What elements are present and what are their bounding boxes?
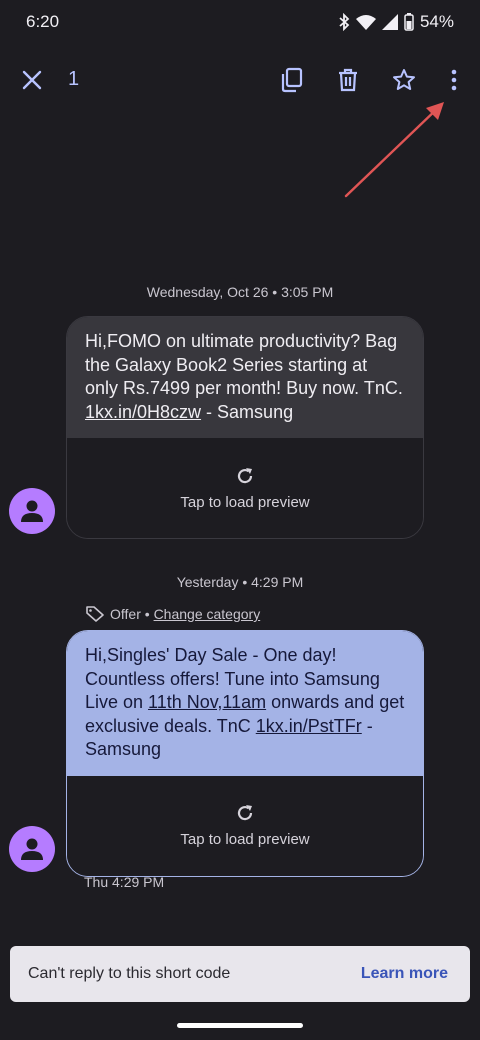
more-vert-icon [451, 69, 457, 91]
date-separator: Wednesday, Oct 26 • 3:05 PM [146, 284, 334, 300]
selected-count: 1 [68, 68, 80, 90]
date-separator: Yesterday • 4:29 PM [176, 574, 304, 590]
refresh-icon [237, 467, 253, 483]
message-link[interactable]: 1kx.in/0H8czw [85, 402, 201, 422]
label-tag-icon [86, 606, 104, 622]
message-link[interactable]: 1kx.in/PstTFr [256, 716, 362, 736]
copy-icon [281, 67, 303, 93]
message-link[interactable]: 11th Nov,11am [148, 692, 266, 712]
person-icon [21, 500, 43, 522]
load-preview-button[interactable]: Tap to load preview [67, 438, 423, 538]
star-icon [393, 69, 415, 90]
close-selection-button[interactable] [16, 64, 48, 96]
signal-icon [381, 14, 398, 30]
change-category-link[interactable]: Change category [154, 606, 261, 622]
wifi-icon [355, 14, 376, 30]
message-bubble[interactable]: Hi,Singles' Day Sale - One day! Countles… [66, 630, 424, 877]
close-icon [22, 70, 42, 90]
message-bubble[interactable]: Hi,FOMO on ultimate productivity? Bag th… [66, 316, 424, 539]
preview-label: Tap to load preview [180, 493, 310, 511]
category-label: Offer [110, 606, 141, 622]
battery-percent: 54% [419, 12, 454, 31]
trash-icon [339, 68, 357, 92]
message-timestamp: Thu 4:29 PM [84, 874, 165, 890]
banner-message: Can't reply to this short code [28, 965, 231, 982]
avatar[interactable] [9, 488, 55, 534]
learn-more-button[interactable]: Learn more [361, 965, 448, 983]
refresh-icon [237, 805, 253, 821]
battery-icon [404, 13, 414, 31]
home-indicator[interactable] [177, 1023, 303, 1028]
status-time: 6:20 [26, 12, 60, 31]
avatar[interactable] [9, 826, 55, 872]
status-icons: 54% [338, 12, 454, 32]
message-text: Hi,Singles' Day Sale - One day! Countles… [67, 631, 423, 776]
message-text: Hi,FOMO on ultimate productivity? Bag th… [67, 317, 423, 438]
reply-unavailable-banner: Can't reply to this short code Learn mor… [10, 946, 470, 1002]
preview-label: Tap to load preview [180, 831, 310, 848]
bluetooth-icon [338, 13, 350, 31]
copy-button[interactable] [276, 64, 308, 96]
status-bar: 6:20 54% [0, 0, 480, 44]
annotation-arrow [344, 102, 444, 198]
category-tag-row: Offer • Change category [86, 606, 260, 622]
load-preview-button[interactable]: Tap to load preview [67, 775, 423, 876]
person-icon [21, 838, 43, 860]
